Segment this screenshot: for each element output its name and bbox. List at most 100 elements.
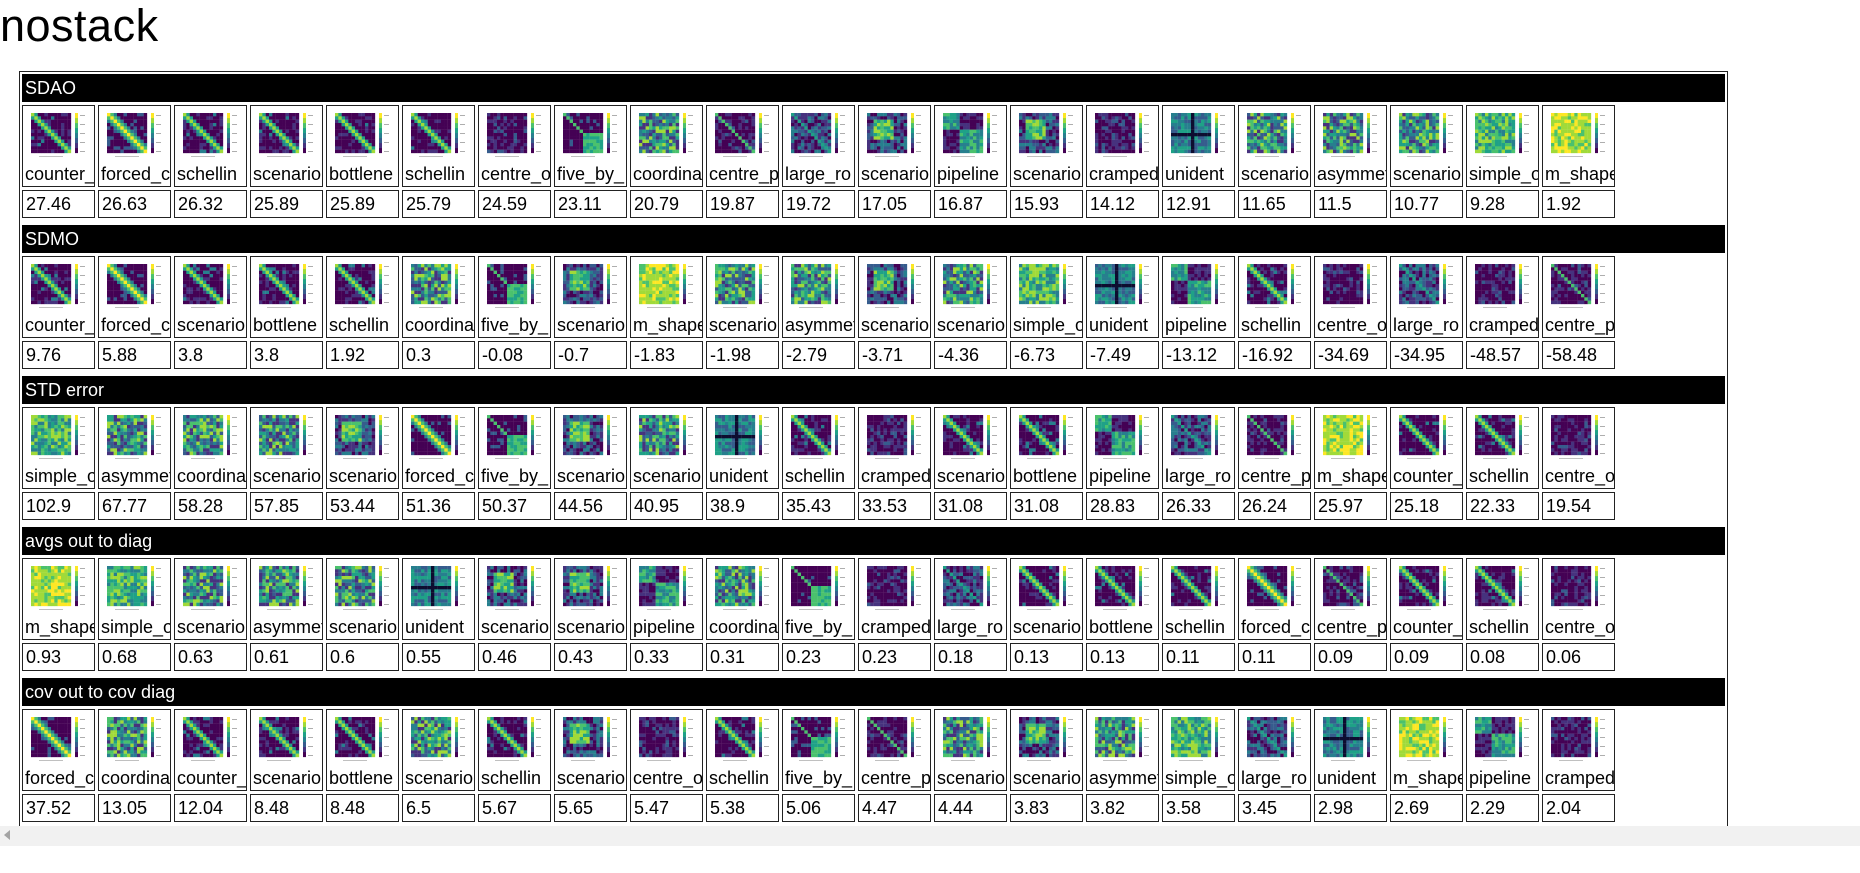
scenario-thumbnail-cell[interactable]: asymmetr [250,558,323,640]
heatmap-thumbnail[interactable] [1089,260,1155,313]
heatmap-thumbnail[interactable] [1545,713,1611,766]
scenario-thumbnail-cell[interactable]: schellin [326,256,399,338]
scenario-thumbnail-cell[interactable]: coordina [98,709,171,791]
heatmap-thumbnail[interactable] [25,411,91,464]
heatmap-thumbnail[interactable] [1317,109,1383,162]
heatmap-thumbnail[interactable] [1165,109,1231,162]
heatmap-thumbnail[interactable] [557,411,623,464]
heatmap-thumbnail[interactable] [937,713,1003,766]
scenario-thumbnail-cell[interactable]: large_ro [782,105,855,187]
heatmap-thumbnail[interactable] [1089,411,1155,464]
scenario-thumbnail-cell[interactable]: coordina [630,105,703,187]
heatmap-thumbnail[interactable] [177,109,243,162]
heatmap-thumbnail[interactable] [1317,260,1383,313]
heatmap-thumbnail[interactable] [633,713,699,766]
heatmap-thumbnail[interactable] [1089,109,1155,162]
heatmap-thumbnail[interactable] [253,260,319,313]
heatmap-thumbnail[interactable] [709,109,775,162]
scenario-thumbnail-cell[interactable]: unident [402,558,475,640]
heatmap-thumbnail[interactable] [177,713,243,766]
heatmap-thumbnail[interactable] [937,109,1003,162]
heatmap-thumbnail[interactable] [101,109,167,162]
horizontal-scrollbar[interactable] [0,826,1860,846]
scenario-thumbnail-cell[interactable]: scenario [1238,105,1311,187]
scenario-thumbnail-cell[interactable]: centre_p [1314,558,1387,640]
heatmap-thumbnail[interactable] [709,411,775,464]
scenario-thumbnail-cell[interactable]: cramped_ [858,407,931,489]
heatmap-thumbnail[interactable] [861,109,927,162]
scenario-thumbnail-cell[interactable]: schellin [478,709,551,791]
heatmap-thumbnail[interactable] [709,260,775,313]
scenario-thumbnail-cell[interactable]: centre_p [1542,256,1615,338]
scenario-thumbnail-cell[interactable]: cramped_ [1086,105,1159,187]
scenario-thumbnail-cell[interactable]: scenario [250,105,323,187]
scenario-thumbnail-cell[interactable]: cramped_ [1466,256,1539,338]
heatmap-thumbnail[interactable] [1393,260,1459,313]
heatmap-thumbnail[interactable] [937,260,1003,313]
scenario-thumbnail-cell[interactable]: scenario [1010,709,1083,791]
heatmap-thumbnail[interactable] [1317,411,1383,464]
heatmap-thumbnail[interactable] [633,109,699,162]
scenario-thumbnail-cell[interactable]: centre_p [706,105,779,187]
heatmap-thumbnail[interactable] [785,713,851,766]
heatmap-thumbnail[interactable] [481,109,547,162]
scenario-thumbnail-cell[interactable]: scenario [1010,558,1083,640]
scenario-thumbnail-cell[interactable]: asymmetr [1314,105,1387,187]
scenario-thumbnail-cell[interactable]: scenario [706,256,779,338]
scenario-thumbnail-cell[interactable]: simple_o [1010,256,1083,338]
scenario-thumbnail-cell[interactable]: cramped_ [1542,709,1615,791]
heatmap-thumbnail[interactable] [861,713,927,766]
heatmap-thumbnail[interactable] [1469,713,1535,766]
scenario-thumbnail-cell[interactable]: centre_o [1542,558,1615,640]
scenario-thumbnail-cell[interactable]: unident [1162,105,1235,187]
heatmap-thumbnail[interactable] [405,562,471,615]
scenario-thumbnail-cell[interactable]: scenario [250,709,323,791]
scenario-thumbnail-cell[interactable]: scenario [1390,105,1463,187]
heatmap-thumbnail[interactable] [709,562,775,615]
heatmap-thumbnail[interactable] [557,562,623,615]
scenario-thumbnail-cell[interactable]: bottlene [250,256,323,338]
heatmap-thumbnail[interactable] [1089,713,1155,766]
scenario-thumbnail-cell[interactable]: cramped_ [858,558,931,640]
heatmap-thumbnail[interactable] [329,411,395,464]
scenario-thumbnail-cell[interactable]: scenario [554,256,627,338]
heatmap-thumbnail[interactable] [1165,713,1231,766]
scenario-thumbnail-cell[interactable]: scenario [250,407,323,489]
scenario-thumbnail-cell[interactable]: large_ro [1238,709,1311,791]
scenario-thumbnail-cell[interactable]: simple_o [98,558,171,640]
heatmap-thumbnail[interactable] [1469,411,1535,464]
heatmap-thumbnail[interactable] [177,260,243,313]
heatmap-thumbnail[interactable] [1545,562,1611,615]
heatmap-thumbnail[interactable] [1469,109,1535,162]
heatmap-thumbnail[interactable] [1393,713,1459,766]
scenario-thumbnail-cell[interactable]: centre_p [858,709,931,791]
scenario-thumbnail-cell[interactable]: pipeline [934,105,1007,187]
heatmap-thumbnail[interactable] [1545,260,1611,313]
heatmap-thumbnail[interactable] [405,260,471,313]
scenario-thumbnail-cell[interactable]: counter_ [22,256,95,338]
heatmap-thumbnail[interactable] [861,260,927,313]
scenario-thumbnail-cell[interactable]: m_shaped [1314,407,1387,489]
scenario-thumbnail-cell[interactable]: five_by_ [478,407,551,489]
heatmap-thumbnail[interactable] [1545,109,1611,162]
scenario-thumbnail-cell[interactable]: scenario [934,256,1007,338]
heatmap-thumbnail[interactable] [1469,562,1535,615]
heatmap-thumbnail[interactable] [1013,411,1079,464]
scenario-thumbnail-cell[interactable]: scenario [174,558,247,640]
scenario-thumbnail-cell[interactable]: m_shaped [1390,709,1463,791]
scenario-thumbnail-cell[interactable]: scenario [326,407,399,489]
scenario-thumbnail-cell[interactable]: unident [706,407,779,489]
scenario-thumbnail-cell[interactable]: scenario [1010,105,1083,187]
scenario-thumbnail-cell[interactable]: asymmetr [782,256,855,338]
scenario-thumbnail-cell[interactable]: bottlene [326,105,399,187]
scenario-thumbnail-cell[interactable]: five_by_ [554,105,627,187]
heatmap-thumbnail[interactable] [1393,411,1459,464]
scenario-thumbnail-cell[interactable]: bottlene [326,709,399,791]
heatmap-thumbnail[interactable] [25,713,91,766]
scenario-thumbnail-cell[interactable]: scenario [554,709,627,791]
scenario-thumbnail-cell[interactable]: schellin [706,709,779,791]
scenario-thumbnail-cell[interactable]: schellin [174,105,247,187]
scenario-thumbnail-cell[interactable]: centre_o [1542,407,1615,489]
heatmap-thumbnail[interactable] [101,713,167,766]
heatmap-thumbnail[interactable] [329,713,395,766]
